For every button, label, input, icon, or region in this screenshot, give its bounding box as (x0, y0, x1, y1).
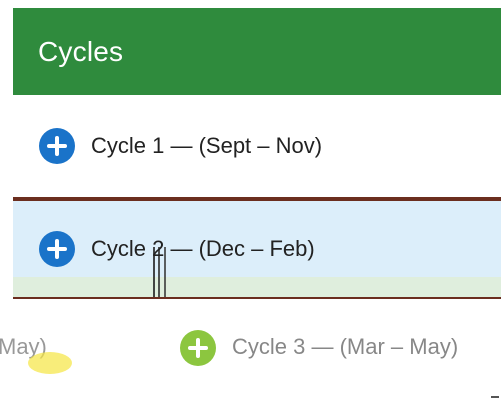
plus-circle-icon[interactable] (180, 330, 216, 366)
cycle-label: Cycle 1 — (Sept – Nov) (91, 133, 323, 158)
panel-header: Cycles (13, 8, 501, 95)
plus-circle-icon[interactable] (39, 128, 75, 164)
cycle-row-3[interactable]: May) Cycle 3 — (Mar – May) (0, 322, 503, 382)
row-stripe (13, 277, 501, 297)
cycle-row-2[interactable]: Cycle 2 — (Dec – Feb) (13, 199, 501, 299)
plus-circle-icon[interactable] (39, 231, 75, 267)
highlight-blob (28, 352, 72, 374)
cycles-panel: Cycles Cycle 1 — (Sept – Nov) Cycle 2 — … (13, 8, 501, 299)
cycle-label: Cycle 3 — (Mar – May) (232, 334, 459, 359)
panel-title: Cycles (38, 35, 124, 67)
divider-mark (491, 396, 499, 398)
cycle-label: Cycle 2 — (Dec – Feb) (91, 236, 315, 261)
page: Cycles Cycle 1 — (Sept – Nov) Cycle 2 — … (0, 0, 503, 406)
cycle-row-1[interactable]: Cycle 1 — (Sept – Nov) (13, 95, 501, 199)
